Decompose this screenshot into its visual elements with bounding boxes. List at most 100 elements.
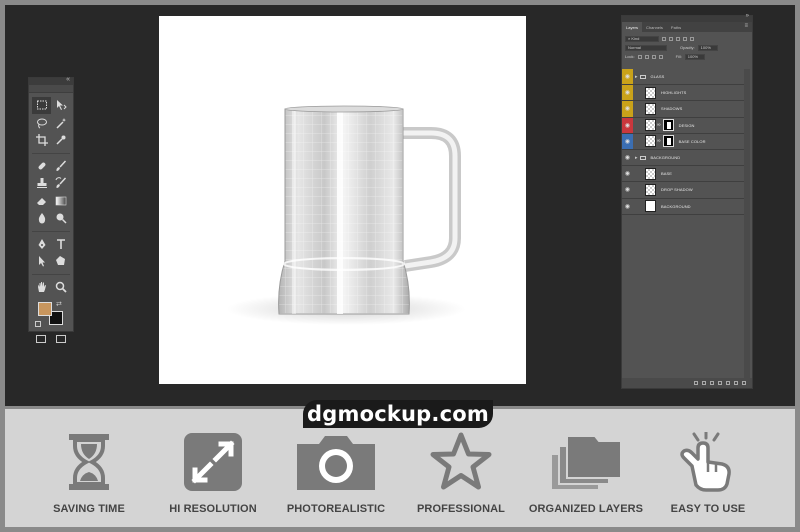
blur-icon[interactable] [32,210,51,227]
layer-mask-thumbnail[interactable] [662,135,674,148]
kind-filter-select[interactable]: ⌕ Kind [625,35,659,42]
layer-row[interactable]: ◉ SHADOWS [622,101,744,118]
fx-icon[interactable] [702,381,706,385]
feature-professional: PROFESSIONAL [396,432,526,515]
visibility-eye-icon[interactable]: ◉ [622,166,633,181]
visibility-eye-icon[interactable]: ◉ [622,133,633,149]
layer-row[interactable]: ◉ ▸ BACKGROUND [622,149,744,167]
layer-thumbnail [645,86,656,99]
new-layer-icon[interactable] [734,381,738,385]
visibility-eye-icon[interactable]: ◉ [622,69,633,85]
new-group-icon[interactable] [726,381,730,385]
crop-icon[interactable] [32,132,51,149]
layer-row[interactable]: ◉ ∞ BASE COLOR [622,133,744,150]
lock-position-icon[interactable] [651,54,656,59]
chain-link-icon[interactable]: ∞ [657,138,661,144]
zoom-icon[interactable] [51,279,70,296]
shape-icon[interactable] [51,253,70,270]
link-layers-icon[interactable] [694,381,698,385]
lock-pixels-icon[interactable] [637,54,642,59]
filter-smart-icon[interactable] [690,36,694,41]
panel-collapse-icon[interactable]: « [66,76,70,83]
expand-icon [184,433,242,491]
quick-mask-icon[interactable] [36,335,46,343]
filter-adjust-icon[interactable] [669,36,673,41]
tools-separator [32,230,70,232]
chain-link-icon[interactable]: ∞ [657,122,661,128]
type-icon[interactable] [51,236,70,253]
delete-layer-icon[interactable] [742,381,746,385]
blend-mode-select[interactable]: Normal [625,44,667,51]
lock-image-icon[interactable] [644,54,649,59]
opacity-input[interactable]: 100% [697,44,718,51]
feature-label: ORGANIZED LAYERS [528,503,644,515]
visibility-eye-icon[interactable]: ◉ [622,85,633,101]
document-canvas[interactable] [159,16,526,384]
foreground-color-swatch[interactable] [38,302,52,316]
gradient-icon[interactable] [51,193,70,210]
path-select-icon[interactable] [32,253,51,270]
folder-icon [639,74,646,79]
filter-pixel-icon[interactable] [662,36,666,41]
opacity-value: 100% [700,45,711,50]
camera-icon [297,436,375,490]
visibility-eye-icon[interactable]: ◉ [622,101,633,117]
layer-name: BACKGROUND [661,203,691,209]
magic-wand-icon[interactable] [51,115,70,132]
expand-caret-icon[interactable]: ▸ [635,74,638,80]
adjustment-layer-icon[interactable] [718,381,722,385]
filter-shape-icon[interactable] [683,36,687,41]
visibility-eye-icon[interactable]: ◉ [622,150,633,165]
layer-row[interactable]: ◉ DROP SHADOW [622,182,744,199]
tools-panel-header[interactable]: « [29,76,73,85]
swap-colors-icon[interactable]: ⇄ [56,300,62,308]
filter-type-icon[interactable] [676,36,680,41]
screen-mode-icon[interactable] [56,335,66,343]
eraser-icon[interactable] [32,193,51,210]
stamp-icon[interactable] [32,175,51,192]
panel-menu-icon[interactable]: ≡ [744,23,748,29]
pen-icon[interactable] [32,236,51,253]
tools-panel: « ⇄ [28,76,74,343]
brush-icon[interactable] [51,158,70,175]
layer-row[interactable]: ◉ ▸ GLASS [622,69,744,86]
layer-row[interactable]: ◉ BASE [622,166,744,183]
tap-hand-icon [680,432,731,492]
panel-collapse-icon[interactable]: » [746,13,749,19]
lasso-icon[interactable] [32,115,51,132]
tab-channels[interactable]: Channels [642,22,667,32]
layer-name: GLASS [650,74,665,80]
history-brush-icon[interactable] [51,175,70,192]
visibility-eye-icon[interactable]: ◉ [622,182,633,197]
layer-row[interactable]: ◉ BACKGROUND [622,198,744,215]
tab-paths[interactable]: Paths [667,22,685,32]
layers-scrollbar[interactable] [744,69,750,379]
mug-handle [401,127,461,272]
hand-icon[interactable] [32,279,51,296]
tab-layers[interactable]: Layers [622,22,643,32]
fill-input[interactable]: 100% [684,53,705,60]
eyedropper-icon[interactable] [51,132,70,149]
tools-panel-grip[interactable] [29,85,73,93]
layer-mask-thumbnail[interactable] [662,119,674,132]
tools-bottom [29,333,73,345]
layer-thumbnail [645,200,656,213]
visibility-eye-icon[interactable]: ◉ [622,117,633,133]
dodge-icon[interactable] [51,210,70,227]
fill-label: Fill: [675,54,682,59]
default-colors-icon[interactable] [35,321,41,327]
layers-footer [622,378,752,388]
layer-name: DROP SHADOW [661,187,693,193]
healing-icon[interactable] [32,158,51,175]
brand-site-badge: dgmockup.com [303,400,493,428]
layer-row[interactable]: ◉ HIGHLIGHTS [622,85,744,102]
layer-row[interactable]: ◉ ∞ DESIGN [622,117,744,134]
feature-saving-time: SAVING TIME [24,432,154,515]
expand-caret-icon[interactable]: ▸ [635,155,638,161]
visibility-eye-icon[interactable]: ◉ [622,199,633,214]
move-icon[interactable] [51,97,70,114]
lock-all-icon[interactable] [658,54,663,59]
marquee-icon[interactable] [32,97,51,114]
add-mask-icon[interactable] [710,381,714,385]
mug-highlight [337,109,343,314]
